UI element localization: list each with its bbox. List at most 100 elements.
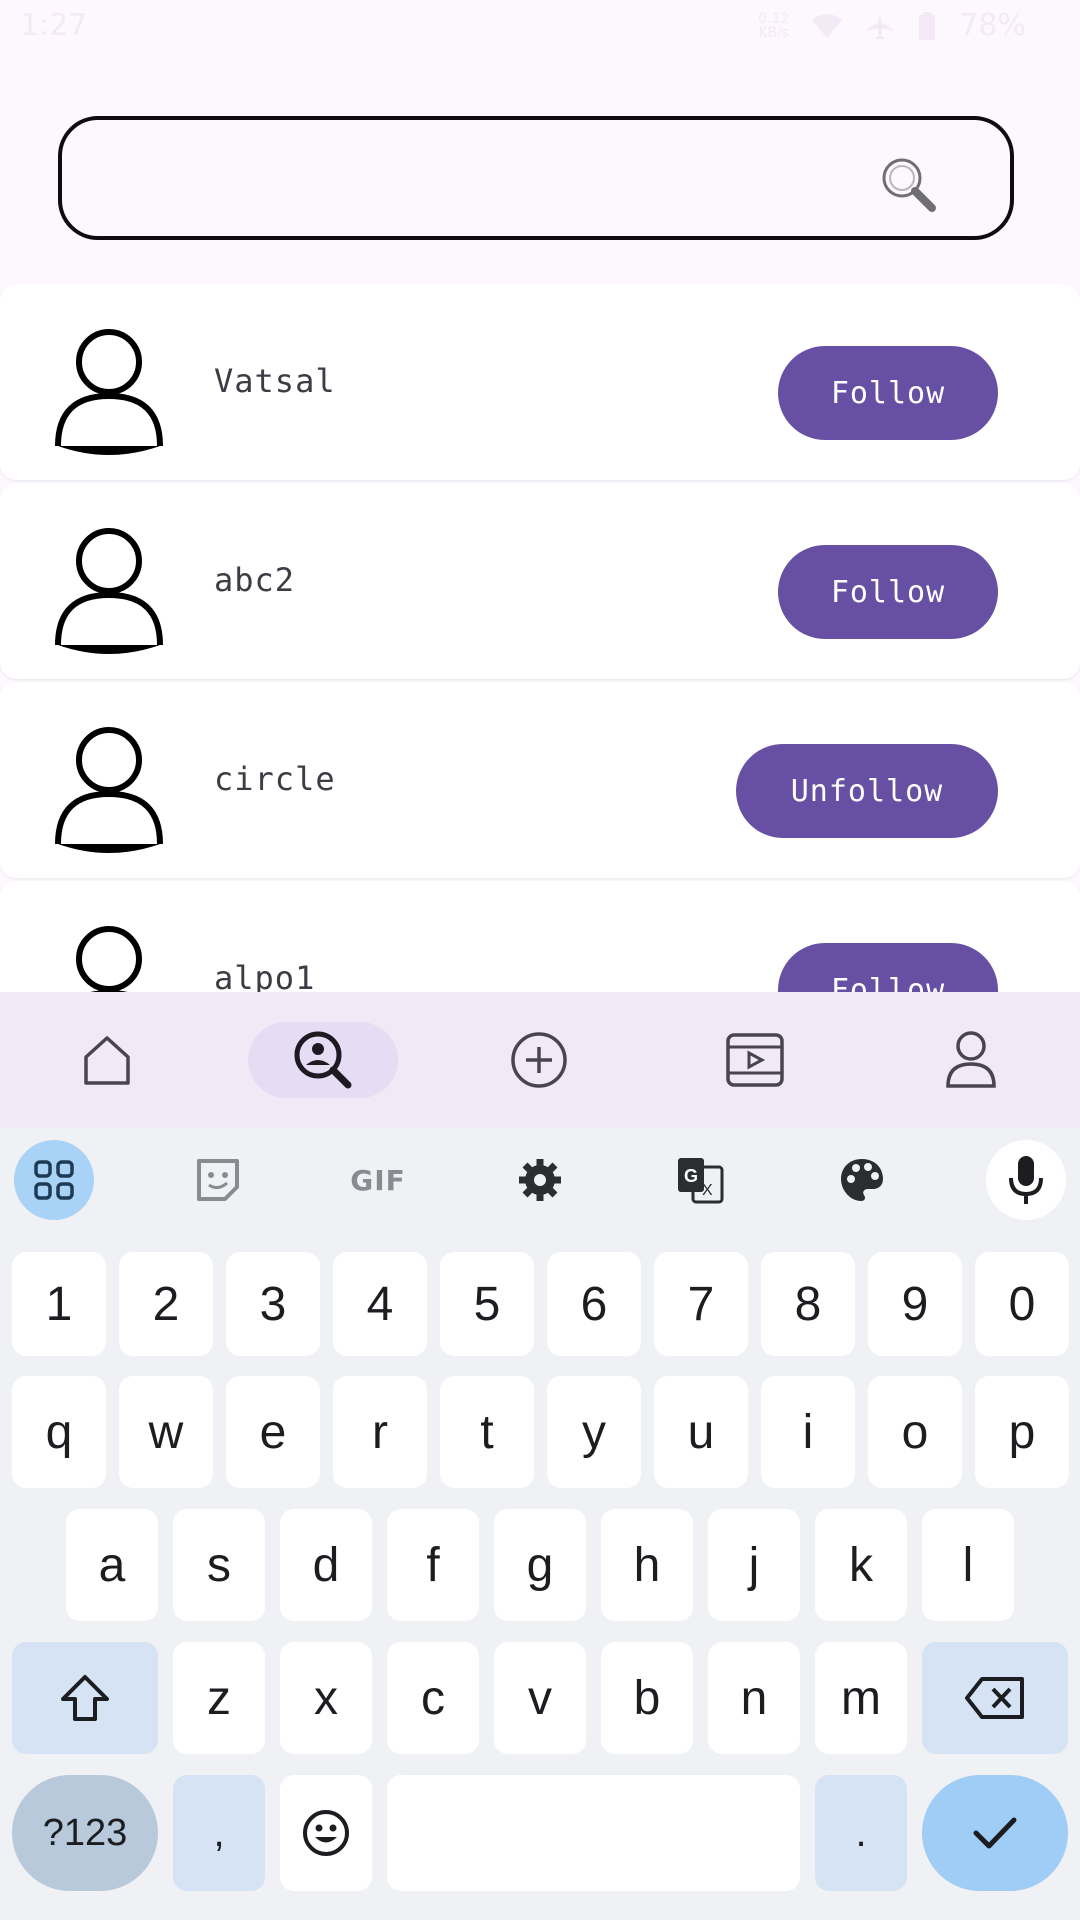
key-8[interactable]: 8	[761, 1252, 855, 1356]
key-4[interactable]: 4	[333, 1252, 427, 1356]
keyboard-toolbar: GIF G X	[0, 1128, 1080, 1232]
wifi-icon	[812, 13, 843, 38]
sticker-button[interactable]	[178, 1140, 258, 1220]
key-v[interactable]: v	[494, 1642, 586, 1754]
network-speed-unit: KB/s	[758, 24, 790, 41]
follow-button[interactable]: Follow	[778, 545, 998, 639]
list-item: alpo1 Follow	[0, 881, 1080, 992]
checkmark-icon	[973, 1817, 1017, 1849]
theme-button[interactable]	[822, 1140, 902, 1220]
key-0[interactable]: 0	[975, 1252, 1069, 1356]
key-u[interactable]: u	[654, 1376, 748, 1488]
key-2[interactable]: 2	[119, 1252, 213, 1356]
key-p[interactable]: p	[975, 1376, 1069, 1488]
search-field[interactable]	[58, 116, 1014, 240]
apps-grid-button[interactable]	[14, 1140, 94, 1220]
grid-icon	[34, 1160, 74, 1200]
gear-icon	[519, 1159, 561, 1201]
emoji-icon	[303, 1810, 349, 1856]
key-n[interactable]: n	[708, 1642, 800, 1754]
settings-button[interactable]	[500, 1140, 580, 1220]
nav-profile[interactable]	[896, 1022, 1046, 1098]
shift-icon	[61, 1675, 109, 1721]
key-q[interactable]: q	[12, 1376, 106, 1488]
key-l[interactable]: l	[922, 1509, 1014, 1621]
user-name: abc2	[214, 561, 296, 599]
key-w[interactable]: w	[119, 1376, 213, 1488]
bottom-nav	[0, 992, 1080, 1128]
profile-icon	[946, 1031, 996, 1088]
add-circle-icon	[511, 1032, 567, 1088]
svg-text:X: X	[702, 1182, 713, 1199]
user-name: Vatsal	[214, 362, 336, 400]
backspace-key[interactable]	[922, 1642, 1068, 1754]
key-y[interactable]: y	[547, 1376, 641, 1488]
key-o[interactable]: o	[868, 1376, 962, 1488]
svg-text:G: G	[684, 1166, 698, 1186]
enter-key[interactable]	[922, 1775, 1068, 1891]
search-icon[interactable]	[878, 154, 938, 214]
avatar-icon	[55, 528, 163, 654]
voice-input-button[interactable]	[986, 1140, 1066, 1220]
home-icon	[84, 1036, 130, 1085]
key-d[interactable]: d	[280, 1509, 372, 1621]
microphone-icon	[1009, 1156, 1043, 1204]
period-key[interactable]: .	[815, 1775, 907, 1891]
key-m[interactable]: m	[815, 1642, 907, 1754]
backspace-icon	[965, 1677, 1024, 1719]
status-time: 1:27	[20, 8, 88, 43]
key-c[interactable]: c	[387, 1642, 479, 1754]
sticker-icon	[197, 1159, 239, 1201]
app-root: 1:27 0.12 KB/s 78% Vatsal Follow abc2 Fo…	[0, 0, 1080, 1920]
comma-key[interactable]: ,	[173, 1775, 265, 1891]
key-x[interactable]: x	[280, 1642, 372, 1754]
user-list: Vatsal Follow abc2 Follow circle Unfollo…	[0, 284, 1080, 992]
follow-button[interactable]: Follow	[778, 943, 998, 992]
network-speed-value: 0.12	[758, 10, 790, 27]
key-b[interactable]: b	[601, 1642, 693, 1754]
nav-videos[interactable]	[680, 1022, 830, 1098]
airplane-icon	[867, 12, 894, 39]
key-5[interactable]: 5	[440, 1252, 534, 1356]
video-icon	[726, 1033, 784, 1087]
palette-icon	[841, 1159, 883, 1201]
key-t[interactable]: t	[440, 1376, 534, 1488]
battery-icon	[919, 11, 936, 40]
nav-add[interactable]	[464, 1022, 614, 1098]
user-name: alpo1	[214, 959, 316, 992]
list-item: abc2 Follow	[0, 483, 1080, 679]
avatar-icon	[55, 329, 163, 455]
key-1[interactable]: 1	[12, 1252, 106, 1356]
network-speed: 0.12 KB/s	[758, 12, 789, 40]
key-f[interactable]: f	[387, 1509, 479, 1621]
list-item: circle Unfollow	[0, 682, 1080, 878]
translate-button[interactable]: G X	[660, 1140, 740, 1220]
key-g[interactable]: g	[494, 1509, 586, 1621]
follow-button[interactable]: Follow	[778, 346, 998, 440]
unfollow-button[interactable]: Unfollow	[736, 744, 998, 838]
key-s[interactable]: s	[173, 1509, 265, 1621]
status-icons: 0.12 KB/s 78%	[758, 8, 1026, 43]
emoji-key[interactable]	[280, 1775, 372, 1891]
key-h[interactable]: h	[601, 1509, 693, 1621]
key-i[interactable]: i	[761, 1376, 855, 1488]
key-k[interactable]: k	[815, 1509, 907, 1621]
list-item: Vatsal Follow	[0, 284, 1080, 480]
shift-key[interactable]	[12, 1642, 158, 1754]
nav-home[interactable]	[32, 1022, 182, 1098]
key-3[interactable]: 3	[226, 1252, 320, 1356]
key-a[interactable]: a	[66, 1509, 158, 1621]
gif-button[interactable]: GIF	[338, 1140, 418, 1220]
symbols-key[interactable]: ?123	[12, 1775, 158, 1891]
key-j[interactable]: j	[708, 1509, 800, 1621]
key-z[interactable]: z	[173, 1642, 265, 1754]
key-r[interactable]: r	[333, 1376, 427, 1488]
space-key[interactable]	[387, 1775, 800, 1891]
user-name: circle	[214, 760, 336, 798]
key-9[interactable]: 9	[868, 1252, 962, 1356]
nav-search[interactable]	[248, 1022, 398, 1098]
key-6[interactable]: 6	[547, 1252, 641, 1356]
avatar-icon	[55, 727, 163, 853]
key-7[interactable]: 7	[654, 1252, 748, 1356]
key-e[interactable]: e	[226, 1376, 320, 1488]
